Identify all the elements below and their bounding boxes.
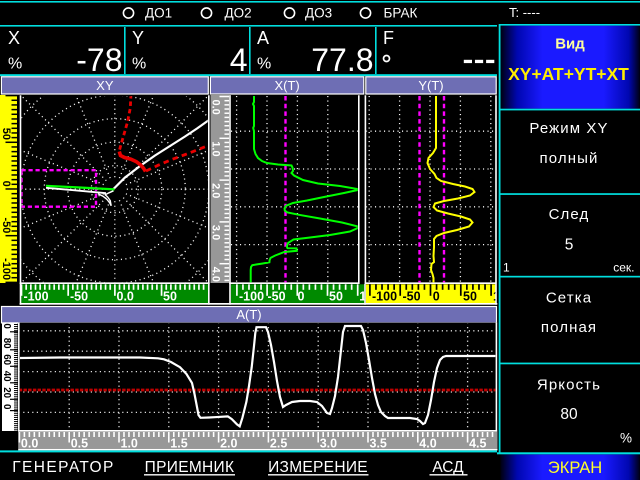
svg-text:-50: -50 [268,289,286,303]
svg-text:2.5: 2.5 [270,436,287,450]
svg-text:F: F [383,28,394,48]
svg-text:4.0: 4.0 [419,436,436,450]
svg-text:50: 50 [329,289,343,303]
svg-text:Y(T): Y(T) [418,78,443,93]
svg-text:-50: -50 [403,289,421,303]
svg-text:2.0: 2.0 [210,183,222,198]
svg-text:%: % [257,56,271,73]
svg-text:ПРИЕМНИК: ПРИЕМНИК [145,459,235,476]
svg-text:4.0: 4.0 [210,267,222,282]
svg-text:1.5: 1.5 [170,436,187,450]
svg-text:1.0: 1.0 [210,141,222,156]
svg-text:40: 40 [1,371,12,382]
svg-text:0.0: 0.0 [21,436,38,450]
svg-text:Y: Y [132,28,144,48]
svg-text:0: 0 [1,404,12,410]
svg-text:XY+AT+YT+XT: XY+AT+YT+XT [508,64,629,84]
svg-text:80: 80 [1,338,12,349]
svg-text:4: 4 [230,42,248,78]
svg-text:A(T): A(T) [236,307,261,322]
svg-text:X: X [8,28,20,48]
svg-text:ДО3: ДО3 [305,6,332,21]
svg-text:-100: -100 [372,289,397,303]
svg-text:80: 80 [560,406,578,423]
svg-text:полный: полный [540,150,599,167]
svg-text:Вид: Вид [555,36,585,53]
svg-text:60: 60 [1,354,12,365]
svg-text:XY: XY [96,78,114,93]
svg-text:ДО2: ДО2 [225,6,252,21]
svg-text:T: ----: T: ---- [509,5,540,20]
svg-text:Яркость: Яркость [537,377,601,394]
svg-text:-100: -100 [24,289,49,303]
svg-text:0.0: 0.0 [210,100,222,115]
svg-text:2.0: 2.0 [220,436,237,450]
svg-text:полная: полная [541,319,597,336]
svg-text:5: 5 [565,237,574,254]
svg-text:1.0: 1.0 [121,436,138,450]
svg-text:-100: -100 [239,289,264,303]
svg-text:БРАК: БРАК [384,6,418,21]
svg-text:0: 0 [1,323,12,329]
svg-text:След: След [549,206,590,223]
svg-text:-78: -78 [76,42,122,78]
svg-text:-100: -100 [0,258,12,280]
svg-text:3.5: 3.5 [370,436,387,450]
svg-text:ЭКРАН: ЭКРАН [548,459,602,477]
svg-text:77.8: 77.8 [311,42,373,78]
svg-text:ИЗМЕРЕНИЕ: ИЗМЕРЕНИЕ [268,459,368,476]
svg-text:-50: -50 [0,217,12,233]
svg-text:50: 50 [463,289,477,303]
svg-text:0: 0 [298,289,305,303]
svg-text:%: % [8,56,22,73]
svg-text:ДО1: ДО1 [145,6,172,21]
svg-text:сек.: сек. [613,261,634,275]
svg-text:1: 1 [503,261,510,275]
svg-text:0.0: 0.0 [117,289,134,303]
svg-text:A: A [257,28,269,48]
svg-text:АСД: АСД [432,459,464,476]
svg-text:%: % [620,431,632,446]
svg-text:-50: -50 [70,289,88,303]
svg-text:50: 50 [0,128,12,140]
svg-text:0.5: 0.5 [71,436,88,450]
svg-text:0: 0 [433,289,440,303]
svg-text:Сетка: Сетка [546,290,592,307]
svg-text:20: 20 [1,387,12,398]
svg-text:3.0: 3.0 [320,436,337,450]
svg-text:ГЕНЕРАТОР: ГЕНЕРАТОР [12,459,114,476]
svg-text:3.0: 3.0 [210,225,222,240]
svg-text:50: 50 [163,289,177,303]
svg-text:X(T): X(T) [274,78,299,93]
svg-text:%: % [132,56,146,73]
svg-text:0: 0 [0,181,12,187]
svg-text:4.5: 4.5 [469,436,486,450]
svg-text:Режим XY: Режим XY [529,120,608,137]
